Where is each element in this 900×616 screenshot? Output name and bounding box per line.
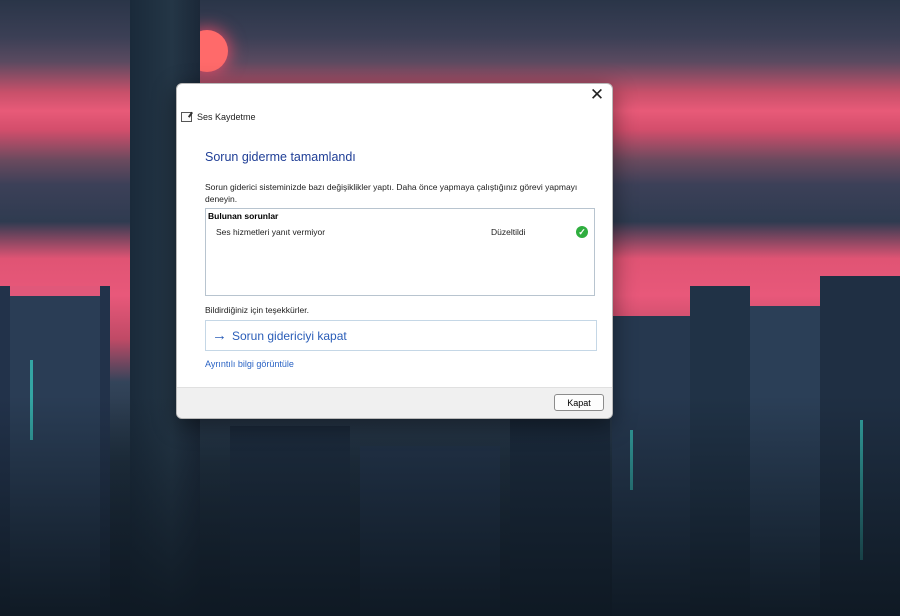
arrow-right-icon: → [212,327,227,344]
page-title: Sorun giderme tamamlandı [205,150,356,164]
dialog-content: Sorun giderme tamamlandı Sorun giderici … [205,144,598,372]
title-bar: ✕ Ses Kaydetme [177,84,612,130]
issue-name: Ses hizmetleri yanıt vermiyor [216,227,326,237]
close-button[interactable]: Kapat [554,394,604,411]
sound-recorder-icon [181,112,192,122]
issues-panel: Bulunan sorunlar Ses hizmetleri yanıt ve… [205,208,595,296]
troubleshooter-dialog: ✕ Ses Kaydetme Sorun giderme tamamlandı … [176,83,613,419]
issues-header: Bulunan sorunlar [208,211,279,221]
close-troubleshooter-label: Sorun gidericiyi kapat [232,328,347,343]
issue-status: Düzeltildi [491,227,526,237]
check-icon: ✓ [576,226,588,238]
description-text: Sorun giderici sisteminizde bazı değişik… [205,182,578,204]
dialog-footer: Kapat [177,387,612,418]
wallpaper-shade [0,396,900,616]
close-troubleshooter-link[interactable]: → Sorun gidericiyi kapat [205,320,597,351]
thanks-text: Bildirdiğiniz için teşekkürler. [205,305,309,315]
issue-row: Ses hizmetleri yanıt vermiyor Düzeltildi… [216,226,590,241]
close-icon[interactable]: ✕ [582,84,612,106]
window-title: Ses Kaydetme [197,112,256,122]
view-details-link[interactable]: Ayrıntılı bilgi görüntüle [205,359,294,369]
